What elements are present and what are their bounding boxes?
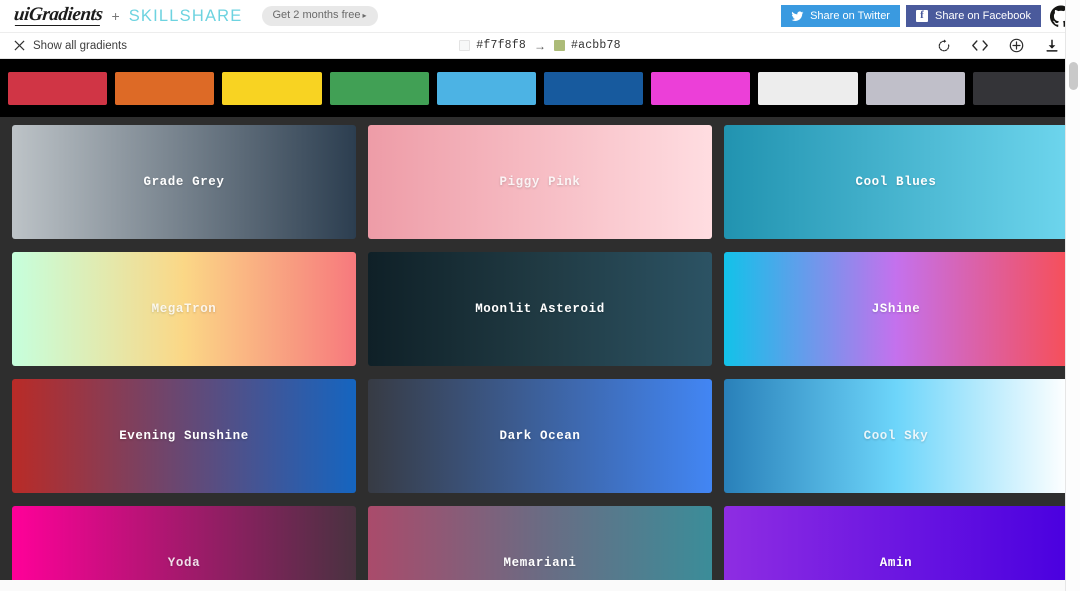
twitter-icon [791,10,804,23]
share-twitter-button[interactable]: Share on Twitter [781,5,900,27]
gradient-card[interactable]: JShine [724,252,1068,366]
plus-separator: + [111,8,120,24]
gradient-card-title: Cool Sky [863,429,929,443]
palette-chip-green[interactable] [329,71,429,105]
uigradients-logo[interactable]: uiGradients [13,4,104,26]
gradient-card[interactable]: Dark Ocean [368,379,712,493]
gradient-card-title: Yoda [167,556,201,570]
palette-chip-orange[interactable] [115,71,215,105]
show-all-gradients-button[interactable]: Show all gradients [14,40,127,52]
show-all-gradients-label: Show all gradients [33,39,127,52]
share-facebook-button[interactable]: f Share on Facebook [905,5,1041,27]
gradient-card[interactable]: Amin [724,506,1068,591]
share-twitter-label: Share on Twitter [810,9,890,22]
add-circle-icon[interactable] [998,32,1034,59]
gradient-card[interactable]: Evening Sunshine [12,379,356,493]
code-icon[interactable] [962,32,998,59]
color-swatch-end [554,40,565,51]
gradient-color-stops: #f7f8f8 → #acbb78 [0,39,1080,53]
gradient-card[interactable]: Moonlit Asteroid [368,252,712,366]
gradient-card-title: Piggy Pink [499,175,581,189]
gradient-card-title: Memariani [503,556,577,570]
gradient-card[interactable]: Cool Blues [724,125,1068,239]
brand-group: uiGradients + SKILLSHARE Get 2 months fr… [13,4,378,27]
toolbar-actions [926,32,1070,59]
gradient-card[interactable]: Cool Sky [724,379,1068,493]
palette-chip-light-blue[interactable] [436,71,537,105]
gradient-card[interactable]: Memariani [368,506,712,591]
palette-chip-black[interactable] [972,71,1073,105]
skillshare-partner-link[interactable]: SKILLSHARE [129,7,243,26]
promo-caret-icon: ▸ [362,11,367,20]
scrollbar-thumb[interactable] [1069,62,1078,90]
vertical-scrollbar[interactable] [1065,0,1080,591]
color-filter-palette [0,59,1080,117]
palette-chip-grey[interactable] [865,71,965,105]
palette-chip-yellow[interactable] [222,71,322,105]
share-facebook-label: Share on Facebook [934,9,1031,22]
close-icon [14,40,25,51]
gradient-card-title: MegaTron [151,302,217,316]
gradient-card-title: Cool Blues [855,175,937,189]
header-actions: Share on Twitter f Share on Facebook [781,5,1072,27]
gradient-card[interactable]: Piggy Pink [368,125,712,239]
gradient-card-title: Grade Grey [143,175,225,189]
refresh-icon[interactable] [926,32,962,59]
gradient-grid-area: Grade Grey Piggy Pink Cool Blues MegaTro… [0,117,1080,591]
gradient-card-title: Moonlit Asteroid [475,302,605,316]
facebook-icon: f [915,9,929,23]
gradient-card-title: Evening Sunshine [119,429,249,443]
color-stop-start[interactable]: #f7f8f8 [459,39,526,52]
sub-toolbar: Show all gradients #f7f8f8 → #acbb78 [0,32,1080,59]
gradient-card-title: Dark Ocean [499,429,581,443]
palette-chip-magenta[interactable] [651,71,751,105]
gradient-card[interactable]: MegaTron [12,252,356,366]
palette-chip-white[interactable] [758,71,858,105]
promo-pill[interactable]: Get 2 months free ▸ [261,6,378,26]
gradient-card-title: JShine [871,302,921,316]
gradient-card-title: Amin [879,556,913,570]
color-stop-end[interactable]: #acbb78 [554,39,621,52]
gradient-grid: Grade Grey Piggy Pink Cool Blues MegaTro… [12,125,1068,591]
color-hex-start: #f7f8f8 [476,39,526,52]
page-bottom-strip [0,580,1080,591]
promo-label: Get 2 months free [272,9,361,21]
gradient-card[interactable]: Grade Grey [12,125,356,239]
facebook-glyph: f [915,9,928,22]
color-hex-end: #acbb78 [571,39,621,52]
uigradients-app: uiGradients + SKILLSHARE Get 2 months fr… [0,0,1080,591]
palette-chip-blue[interactable] [544,71,644,105]
arrow-icon: → [534,38,546,53]
palette-chip-red[interactable] [8,71,108,105]
gradient-card[interactable]: Yoda [12,506,356,591]
color-swatch-start [459,40,471,51]
top-header: uiGradients + SKILLSHARE Get 2 months fr… [0,0,1080,32]
